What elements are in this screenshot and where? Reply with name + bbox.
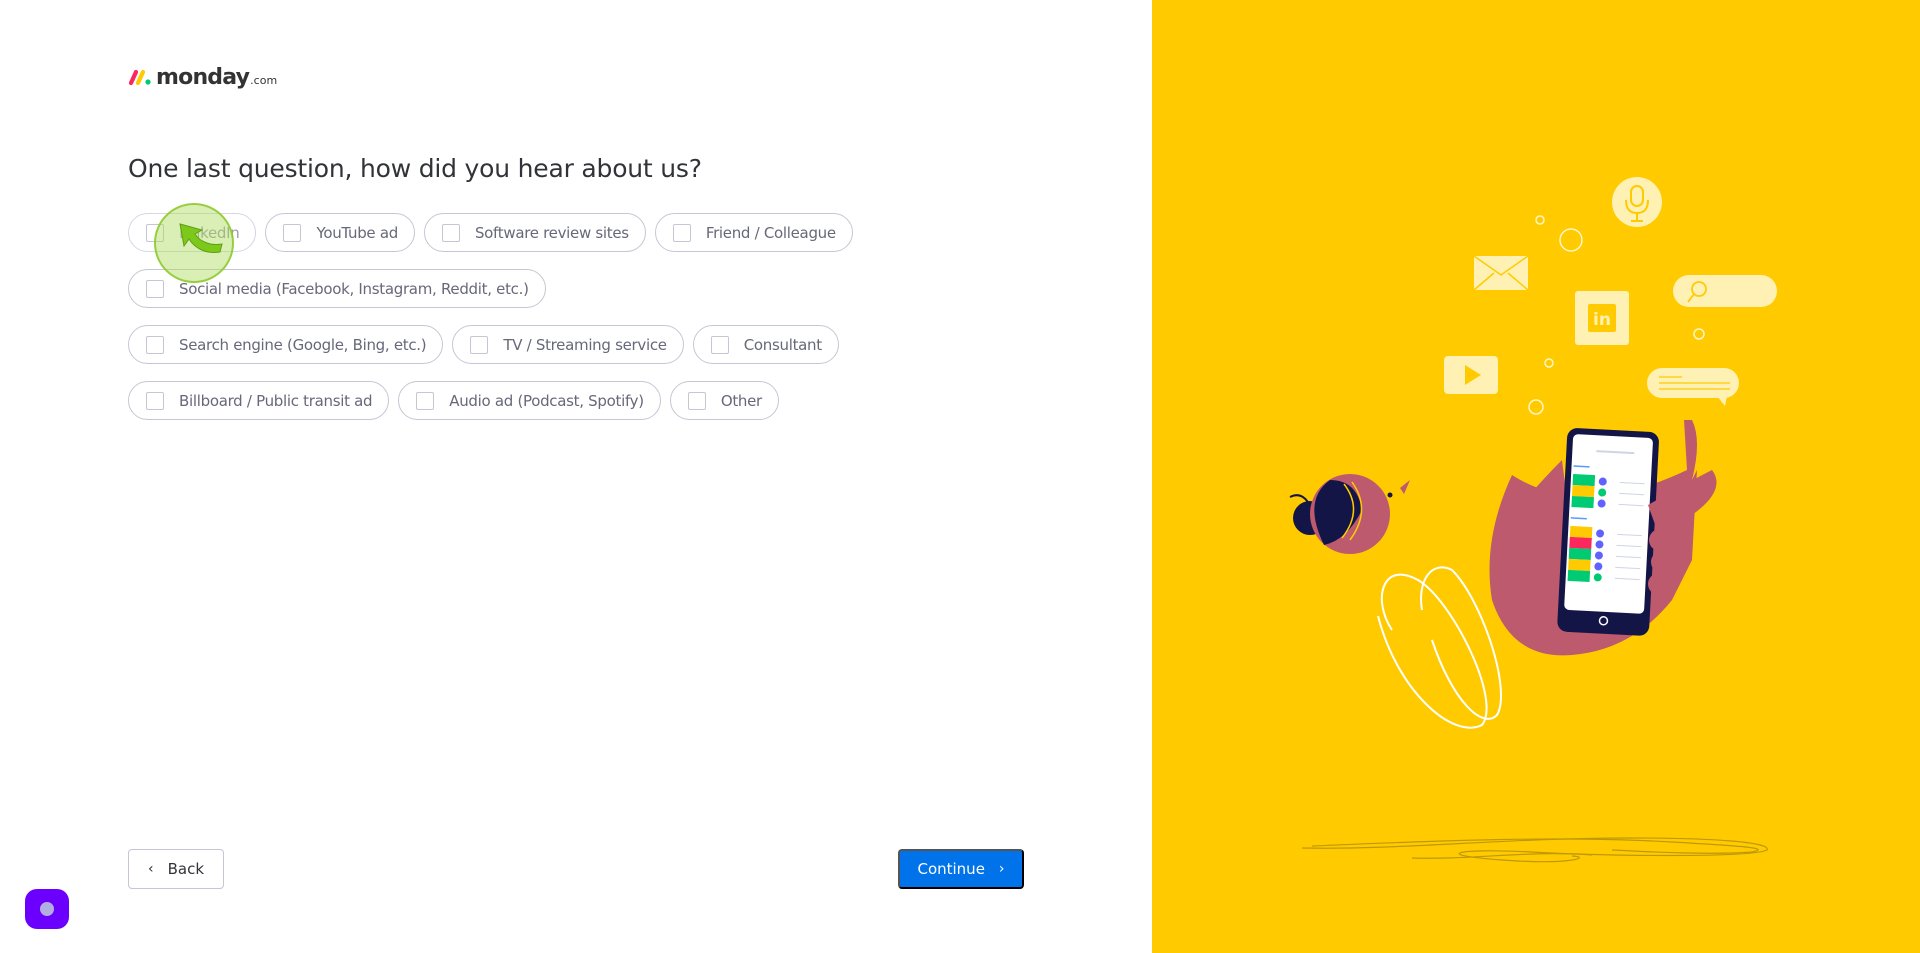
source-options: LinkedIn YouTube ad Software review site…: [128, 213, 868, 420]
decor-circle: [1528, 399, 1544, 415]
hand-with-phone: [1489, 420, 1717, 656]
checkbox[interactable]: [672, 223, 691, 242]
logo-wordmark: monday: [156, 65, 250, 90]
option-tv-streaming[interactable]: TV / Streaming service: [452, 325, 684, 364]
envelope-icon: [1473, 255, 1529, 291]
checkbox[interactable]: [146, 223, 164, 242]
checkbox[interactable]: [470, 335, 489, 354]
chevron-right-icon: ›: [998, 861, 1005, 877]
option-consultant[interactable]: Consultant: [692, 325, 839, 364]
option-audio-ad[interactable]: Audio ad (Podcast, Spotify): [398, 381, 661, 420]
continue-button[interactable]: Continue ›: [898, 849, 1024, 889]
option-software-review-sites[interactable]: Software review sites: [423, 213, 646, 252]
question-title: One last question, how did you hear abou…: [128, 154, 702, 183]
option-label: Friend / Colleague: [705, 223, 836, 242]
decor-circle: [1559, 228, 1583, 252]
checkbox[interactable]: [146, 391, 164, 410]
option-social-media[interactable]: Social media (Facebook, Instagram, Reddi…: [128, 269, 546, 308]
illustration: in: [1289, 177, 1777, 863]
signup-form-panel: monday .com One last question, how did y…: [0, 0, 1152, 953]
continue-label: Continue: [917, 860, 985, 878]
back-button[interactable]: ‹ Back: [128, 849, 224, 889]
option-label: Audio ad (Podcast, Spotify): [449, 391, 644, 410]
option-label: Billboard / Public transit ad: [179, 391, 373, 410]
option-label: Other: [720, 391, 762, 410]
ground-scribble: [1301, 837, 1768, 863]
option-label: YouTube ad: [316, 223, 398, 242]
option-search-engine[interactable]: Search engine (Google, Bing, etc.): [128, 325, 444, 364]
option-label: Search engine (Google, Bing, etc.): [179, 335, 427, 354]
option-other[interactable]: Other: [669, 381, 779, 420]
option-label: Software review sites: [474, 223, 629, 242]
microphone-icon: [1612, 177, 1662, 227]
checkbox[interactable]: [441, 223, 460, 242]
chat-bubble-icon: [1647, 368, 1739, 406]
checkbox[interactable]: [146, 335, 164, 354]
decor-circle: [1535, 215, 1545, 225]
checkbox[interactable]: [283, 223, 302, 242]
illustration-panel: in: [1152, 0, 1920, 953]
option-label: Consultant: [743, 335, 822, 354]
option-youtube-ad[interactable]: YouTube ad: [265, 213, 415, 252]
checkbox[interactable]: [416, 391, 435, 410]
bird-character: [1289, 474, 1410, 554]
option-label: TV / Streaming service: [503, 335, 667, 354]
decor-circle: [1544, 358, 1554, 368]
decor-circle: [1693, 328, 1705, 340]
chat-widget-button[interactable]: [25, 889, 69, 929]
checkbox[interactable]: [146, 279, 164, 298]
scribble-loops: [1377, 566, 1502, 729]
linkedin-icon: in: [1575, 291, 1629, 345]
checkbox[interactable]: [710, 335, 729, 354]
monday-logo-icon: [128, 69, 151, 86]
svg-text:in: in: [1593, 310, 1611, 330]
monday-logo: monday .com: [128, 62, 277, 90]
option-label: LinkedIn: [179, 223, 240, 242]
widget-dot-icon: [40, 902, 54, 916]
option-friend-colleague[interactable]: Friend / Colleague: [654, 213, 853, 252]
option-label: Social media (Facebook, Instagram, Reddi…: [179, 279, 529, 298]
option-linkedin[interactable]: LinkedIn: [128, 213, 257, 252]
option-billboard[interactable]: Billboard / Public transit ad: [128, 381, 390, 420]
search-bar-icon: [1673, 275, 1777, 307]
logo-tld: .com: [250, 74, 278, 87]
back-label: Back: [167, 860, 205, 878]
play-video-icon: [1444, 356, 1498, 394]
chevron-left-icon: ‹: [147, 861, 154, 877]
checkbox[interactable]: [687, 391, 706, 410]
